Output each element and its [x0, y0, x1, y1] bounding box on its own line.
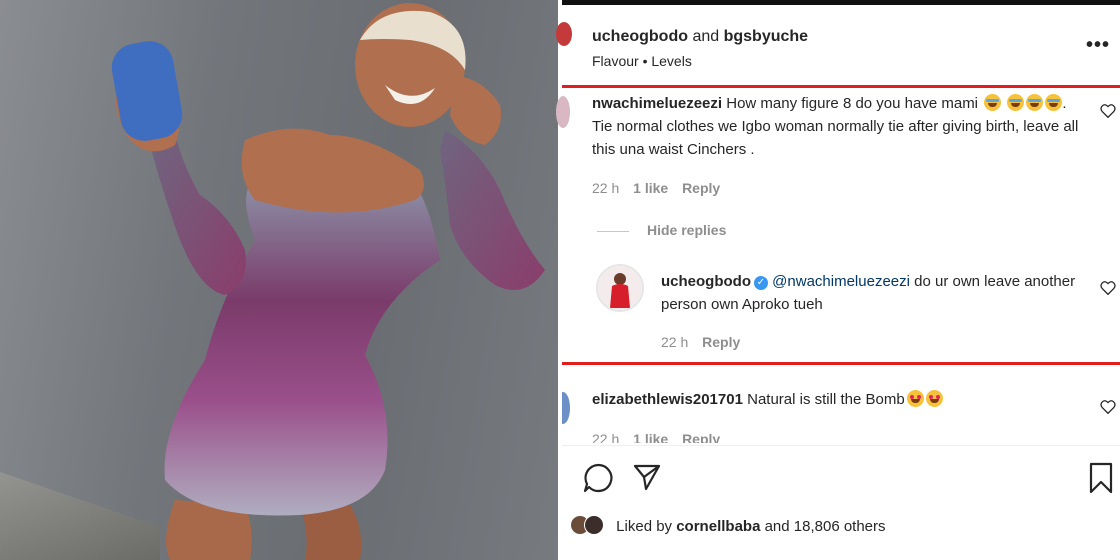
- comment-meta: 22 h 1 like Reply: [592, 180, 730, 196]
- tears-of-joy-emoji-icon: [984, 94, 1002, 111]
- reply-avatar-image: [598, 266, 642, 310]
- comment-time: 22 h: [592, 180, 620, 196]
- replies-line: [597, 230, 629, 232]
- comment-item: elizabethlewis201701 Natural is still th…: [562, 388, 1120, 443]
- heart-eyes-emoji-icon: [906, 390, 924, 407]
- comment-body: Natural is still the Bomb: [747, 391, 905, 408]
- reply-username[interactable]: ucheogbodo: [661, 273, 751, 290]
- audio-track[interactable]: Flavour • Levels: [592, 53, 692, 69]
- comment-body-part1: How many figure 8 do you have mami: [726, 95, 979, 112]
- liked-by: Liked by cornellbaba and 18,806 others: [570, 515, 886, 535]
- post-actions: [562, 445, 1120, 506]
- comment-meta: 22 h 1 like Reply: [592, 431, 730, 443]
- top-bar: [562, 0, 1120, 5]
- author-username[interactable]: ucheogbodo: [592, 28, 688, 45]
- post-header: ucheogbodo and bgsbyuche Flavour • Level…: [556, 18, 1120, 78]
- comment-username[interactable]: elizabethlewis201701: [592, 391, 743, 408]
- comment-likes[interactable]: 1 like: [633, 431, 668, 443]
- liked-by-prefix: Liked by: [616, 518, 673, 535]
- reply-button[interactable]: Reply: [682, 431, 720, 443]
- tears-of-joy-emoji-icon: [1007, 94, 1025, 111]
- tears-of-joy-emoji-icon: [1045, 94, 1063, 111]
- reply-mention[interactable]: @nwachimeluezeezi: [772, 273, 910, 290]
- share-icon[interactable]: [632, 462, 662, 492]
- more-icon[interactable]: •••: [1086, 34, 1110, 57]
- comment-likes[interactable]: 1 like: [633, 180, 668, 196]
- comment-avatar[interactable]: [556, 96, 570, 128]
- reply-text: ucheogbodo ✓ @nwachimeluezeezi do ur own …: [661, 270, 1091, 316]
- reply-time: 22 h: [661, 334, 689, 350]
- header-avatar[interactable]: [556, 22, 572, 46]
- hide-replies-label: Hide replies: [647, 222, 727, 238]
- heart-icon[interactable]: [1100, 104, 1116, 118]
- heart-icon[interactable]: [1100, 281, 1116, 295]
- post-authors: ucheogbodo and bgsbyuche: [592, 28, 808, 46]
- photo-person: [111, 3, 545, 560]
- tears-of-joy-emoji-icon: [1026, 94, 1044, 111]
- reply-reply-button[interactable]: Reply: [702, 334, 740, 350]
- reply-avatar[interactable]: [596, 264, 644, 312]
- heart-eyes-emoji-icon: [925, 390, 943, 407]
- post-photo: [0, 0, 560, 560]
- reply-meta: 22 h Reply: [661, 334, 750, 350]
- verified-badge-icon: ✓: [754, 276, 768, 290]
- coauthor-username[interactable]: bgsbyuche: [724, 28, 808, 45]
- instagram-post-panel: ucheogbodo and bgsbyuche Flavour • Level…: [556, 0, 1120, 560]
- comment-username[interactable]: nwachimeluezeezi: [592, 95, 722, 112]
- heart-icon[interactable]: [1100, 400, 1116, 414]
- comment-time: 22 h: [592, 431, 620, 443]
- highlight-line-bottom: [562, 362, 1120, 365]
- liked-by-suffix[interactable]: and 18,806 others: [765, 518, 886, 535]
- highlight-line-top: [562, 85, 1120, 88]
- comment-text: elizabethlewis201701 Natural is still th…: [592, 388, 1087, 411]
- liker-avatar: [584, 515, 604, 535]
- liked-by-user[interactable]: cornellbaba: [676, 518, 760, 535]
- bookmark-icon[interactable]: [1088, 462, 1114, 494]
- comment-icon[interactable]: [582, 462, 614, 494]
- author-joiner: and: [692, 28, 720, 45]
- comment-avatar[interactable]: [562, 392, 570, 424]
- comment-text: nwachimeluezeezi How many figure 8 do yo…: [592, 92, 1087, 161]
- reply-button[interactable]: Reply: [682, 180, 720, 196]
- hide-replies-button[interactable]: Hide replies: [597, 222, 726, 238]
